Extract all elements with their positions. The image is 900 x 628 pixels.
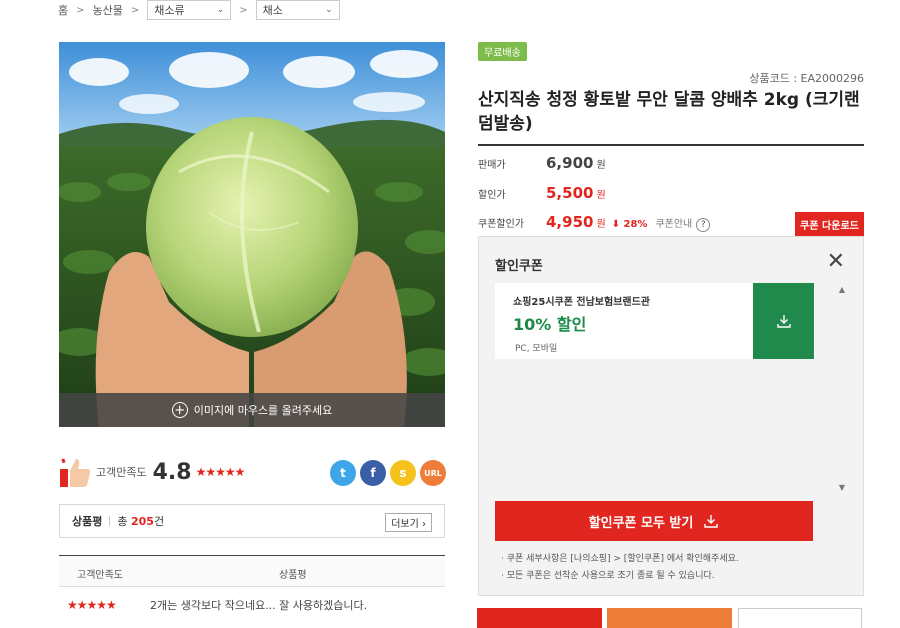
sale-price-row: 판매가 6,900 원 <box>478 154 606 172</box>
url-copy-icon[interactable]: URL <box>420 460 446 486</box>
rating-label: 고객만족도 <box>96 466 147 479</box>
review-summary: 상품평 총 205건 더보기 › <box>59 504 445 538</box>
coupon-download-icon-button[interactable] <box>753 283 814 359</box>
category-select-value: 채소 <box>262 4 283 17</box>
review-label: 상품평 <box>72 515 103 528</box>
close-icon[interactable]: ✕ <box>827 251 845 273</box>
rating-score: 4.8 <box>152 459 192 485</box>
discount-price-value: 5,500 <box>546 184 594 202</box>
discount-price-label: 할인가 <box>478 190 506 201</box>
free-shipping-badge: 무료배송 <box>478 42 527 61</box>
discount-price-row: 할인가 5,500 원 <box>478 184 606 202</box>
zoom-plus-icon: + <box>171 402 188 418</box>
coupon-notes: · 쿠폰 세부사항은 [나의쇼핑] > [할인쿠폰] 에서 확인해주세요. · … <box>501 551 739 585</box>
coupon-name: 쇼핑25시쿠폰 전남보험브랜드관 <box>513 297 650 308</box>
share-buttons: t f s URL <box>330 460 446 486</box>
scroll-down-icon[interactable]: ▼ <box>839 483 845 492</box>
coupon-info-label: 쿠폰안내 <box>655 219 693 230</box>
coupon-price-label: 쿠폰할인가 <box>478 219 524 230</box>
review-more-button[interactable]: 더보기 › <box>385 513 432 532</box>
category-select-level3[interactable]: 채소 ⌄ <box>255 0 340 20</box>
review-count-prefix: 총 <box>117 515 128 528</box>
rating-summary: 고객만족도 4.8 ★★★★★ t f s URL <box>58 452 446 492</box>
category-select-value: 채소류 <box>154 4 185 17</box>
breadcrumb-level1[interactable]: 농산물 <box>93 2 123 18</box>
breadcrumb: 홈 > 농산물 > 채소류 ⌄ > 채소 ⌄ <box>58 0 340 20</box>
image-hover-hint: + 이미지에 마우스를 올려주세요 <box>59 393 445 427</box>
chevron-down-icon: ⌄ <box>325 5 333 15</box>
coupon-discount-percent: ⬇ 28% <box>611 219 648 230</box>
row-review-text: 2개는 생각보다 작으네요... 잘 사용하겠습니다. <box>150 599 368 612</box>
coupon-download-button[interactable]: 쿠폰 다운로드 <box>795 212 864 236</box>
product-image[interactable]: + 이미지에 마우스를 올려주세요 <box>59 42 445 427</box>
product-title: 산지직송 청정 황토밭 무안 달콤 양배추 2kg (크기랜덤발송) <box>478 90 860 134</box>
get-all-coupons-button[interactable]: 할인쿠폰 모두 받기 <box>495 501 813 541</box>
thumbs-up-icon <box>60 458 91 487</box>
coupon-platform: PC, 모바일 <box>515 344 558 354</box>
chevron-right-icon: › <box>422 519 426 530</box>
row-stars: ★★★★★ <box>67 598 117 612</box>
image-hover-text: 이미지에 마우스를 올려주세요 <box>193 404 333 417</box>
breadcrumb-separator-icon: > <box>76 4 85 16</box>
breadcrumb-separator-icon: > <box>130 4 140 16</box>
column-satisfaction: 고객만족도 <box>77 570 123 581</box>
download-icon <box>776 315 791 328</box>
review-more-label: 더보기 <box>391 519 419 530</box>
breadcrumb-separator-icon: > <box>239 4 248 16</box>
facebook-icon[interactable]: f <box>360 460 386 486</box>
product-code: 상품코드 : EA2000296 <box>749 72 864 85</box>
coupon-note: · 모든 쿠폰은 선착순 사용으로 조기 종료 될 수 있습니다. <box>501 571 715 581</box>
coupon-discount: 10% 할인 <box>513 315 587 334</box>
get-all-label: 할인쿠폰 모두 받기 <box>588 515 694 531</box>
coupon-price-value: 4,950 <box>546 213 594 231</box>
coupon-note: · 쿠폰 세부사항은 [나의쇼핑] > [할인쿠폰] 에서 확인해주세요. <box>501 554 739 564</box>
sale-price-value: 6,900 <box>546 154 594 172</box>
review-count: 총 205건 <box>117 513 164 529</box>
currency-unit: 원 <box>596 219 606 230</box>
divider <box>109 516 111 526</box>
chevron-down-icon: ⌄ <box>216 5 225 15</box>
help-icon[interactable]: ? <box>696 218 711 232</box>
cabbage-photo <box>59 42 445 427</box>
download-icon <box>704 515 719 528</box>
kakaostory-icon[interactable]: s <box>390 460 416 486</box>
currency-unit: 원 <box>596 160 606 171</box>
sale-price-label: 판매가 <box>478 160 506 171</box>
twitter-icon[interactable]: t <box>330 460 356 486</box>
wishlist-button[interactable] <box>738 608 862 628</box>
review-count-value: 205 <box>131 515 154 528</box>
coupon-price-row: 쿠폰할인가 4,950 원 ⬇ 28% 쿠폰안내 ? <box>478 213 711 232</box>
buy-now-button[interactable] <box>477 608 602 628</box>
scroll-up-icon[interactable]: ▲ <box>839 285 845 294</box>
add-to-cart-button[interactable] <box>607 608 732 628</box>
category-select-level2[interactable]: 채소류 ⌄ <box>147 0 232 20</box>
coupon-panel: 할인쿠폰 ✕ 쇼핑25시쿠폰 전남보험브랜드관 10% 할인 PC, 모바일 ▲… <box>478 236 864 596</box>
rating-stars: ★★★★★ <box>195 465 246 479</box>
review-table-header: 고객만족도 상품평 <box>59 555 445 587</box>
breadcrumb-home[interactable]: 홈 <box>58 2 68 18</box>
column-review: 상품평 <box>279 570 307 581</box>
table-row[interactable]: ★★★★★ 2개는 생각보다 작으네요... 잘 사용하겠습니다. <box>59 588 445 622</box>
coupon-panel-title: 할인쿠폰 <box>495 259 543 274</box>
title-divider <box>478 144 864 146</box>
currency-unit: 원 <box>596 190 606 201</box>
review-count-suffix: 건 <box>153 515 165 528</box>
